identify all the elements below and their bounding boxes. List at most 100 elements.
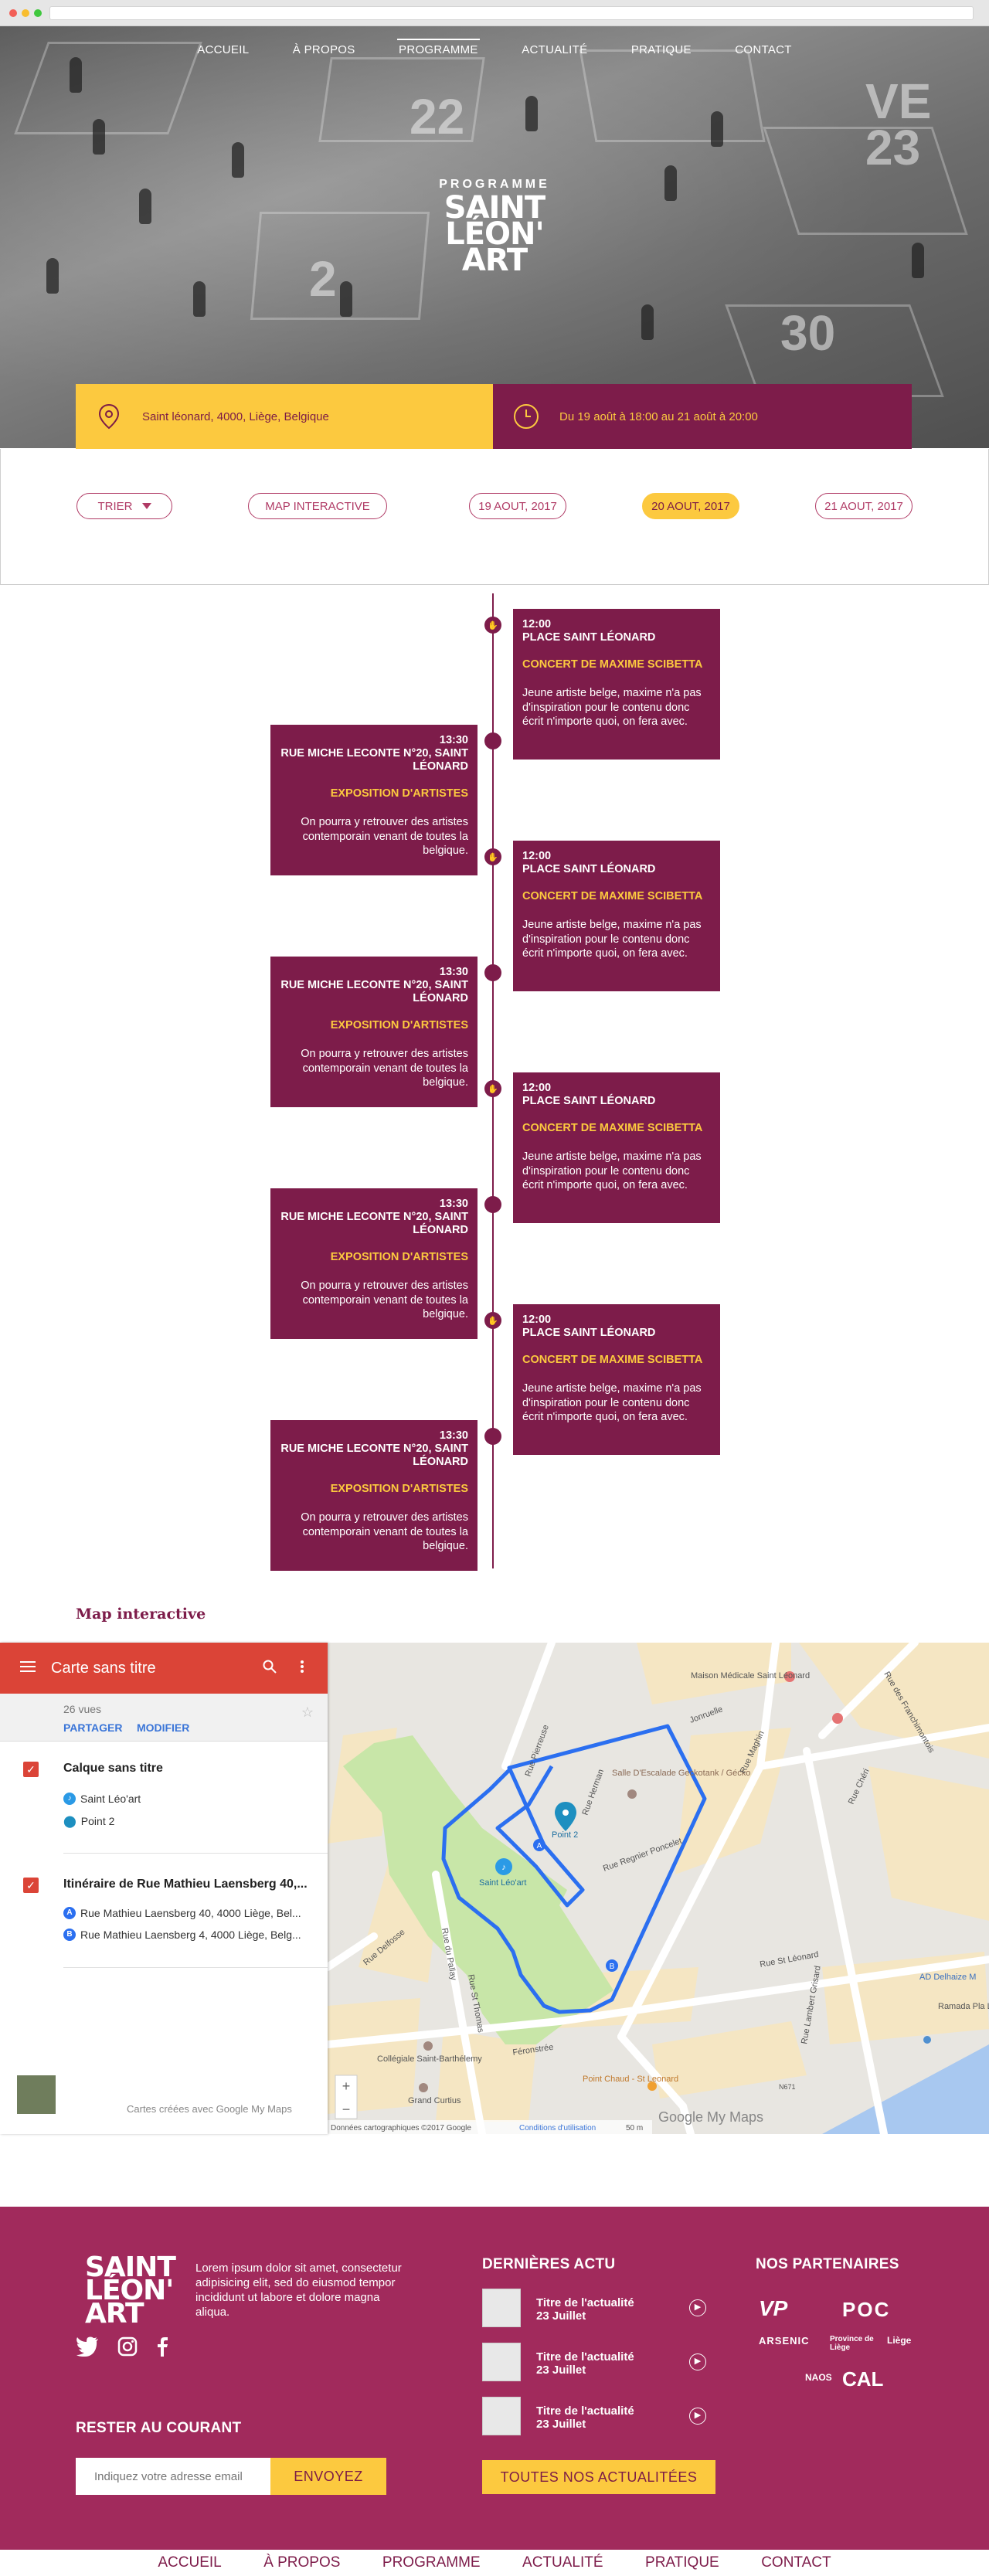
maximize-window-icon[interactable] (34, 9, 42, 17)
edit-link[interactable]: MODIFIER (137, 1721, 189, 1734)
layer-item[interactable]: B Rue Mathieu Laensberg 4, 4000 Liège, B… (63, 1929, 301, 1941)
hand-icon: ✋ (488, 1084, 498, 1094)
ramada-marker[interactable] (923, 2036, 931, 2044)
news-item[interactable]: Titre de l'actualité 23 Juillet ▶ (482, 2343, 714, 2383)
instagram-icon[interactable] (117, 2336, 141, 2358)
footer-nav-accueil[interactable]: ACCUEIL (158, 2554, 221, 2571)
layer-checkbox[interactable]: ✓ (23, 1762, 39, 1777)
nav-programme[interactable]: PROGRAMME (397, 39, 480, 61)
footer-nav-contact[interactable]: CONTACT (761, 2554, 831, 2571)
event-time: 13:30 (439, 966, 468, 978)
footer-nav-programme[interactable]: PROGRAMME (382, 2554, 481, 2571)
partner-logo[interactable]: POC (842, 2298, 890, 2322)
arrow-right-icon[interactable]: ▶ (689, 2299, 706, 2316)
route-point-a[interactable]: A (533, 1839, 545, 1851)
event-card[interactable]: 12:00 PLACE SAINT LÉONARD CONCERT DE MAXIM… (513, 841, 720, 991)
timeline-dot: ✋ (484, 1312, 501, 1329)
map-interactive-button[interactable]: MAP INTERACTIVE (248, 493, 387, 519)
interactive-map[interactable]: ♪ A B Maison Médicale Saint Léonard Sall… (0, 1639, 989, 2138)
event-card[interactable]: 13:30 RUE MICHE LECONTE N°20, SAINT LÉONA… (270, 1188, 478, 1339)
star-icon[interactable]: ☆ (301, 1704, 314, 1721)
news-item[interactable]: Titre de l'actualité 23 Juillet ▶ (482, 2397, 714, 2437)
nav-actualite[interactable]: ACTUALITÉ (520, 43, 589, 61)
day-filter-21[interactable]: 21 AOUT, 2017 (815, 493, 913, 519)
day-filter-19[interactable]: 19 AOUT, 2017 (469, 493, 566, 519)
views-count: 26 vues (63, 1703, 102, 1715)
address-bar[interactable] (49, 6, 974, 20)
partner-logo[interactable]: NAOS (805, 2372, 832, 2383)
nav-pratique[interactable]: PRATIQUE (630, 43, 693, 61)
partner-logo[interactable]: Liège (887, 2335, 911, 2346)
nav-contact[interactable]: CONTACT (733, 43, 793, 61)
map-marker-saint-leo[interactable]: ♪ (495, 1858, 512, 1875)
hero-person (46, 258, 59, 294)
news-title: Titre de l'actualité 23 Juillet (536, 2350, 634, 2377)
layer-checkbox[interactable]: ✓ (23, 1878, 39, 1893)
footer-logo[interactable]: SAINT LÉON' ART (85, 2254, 176, 2328)
terms-link[interactable]: Conditions d'utilisation (519, 2124, 596, 2133)
layer-item[interactable]: A Rue Mathieu Laensberg 40, 4000 Liège, … (63, 1907, 301, 1919)
close-window-icon[interactable] (9, 9, 17, 17)
twitter-icon[interactable] (76, 2336, 99, 2358)
hand-icon: ✋ (488, 852, 498, 862)
event-time: 13:30 (439, 734, 468, 746)
satellite-thumbnail[interactable] (17, 2075, 56, 2114)
facebook-icon[interactable] (156, 2336, 179, 2358)
hero-person (232, 142, 244, 178)
news-item[interactable]: Titre de l'actualité 23 Juillet ▶ (482, 2289, 714, 2329)
zoom-in-icon[interactable]: + (342, 2078, 351, 2094)
footer-nav-actualite[interactable]: ACTUALITÉ (522, 2554, 603, 2571)
nav-accueil[interactable]: ACCUEIL (195, 43, 250, 61)
grand-curtius-marker[interactable] (419, 2083, 428, 2092)
event-card[interactable]: 12:00 PLACE SAINT LÉONARD CONCERT DE MAXIM… (513, 609, 720, 760)
footer-nav-a-propos[interactable]: À PROPOS (263, 2554, 340, 2571)
event-card[interactable]: 13:30 RUE MICHE LECONTE N°20, SAINT LÉONA… (270, 1420, 478, 1571)
route-point-b[interactable]: B (606, 1959, 618, 1972)
partner-logo[interactable]: VP (759, 2296, 787, 2321)
share-link[interactable]: PARTAGER (63, 1721, 122, 1734)
divider (63, 1967, 328, 1968)
divider (63, 1853, 328, 1854)
layer-item[interactable]: ♪ Saint Léo'art (63, 1793, 141, 1805)
layer-item-label: Point 2 (80, 1815, 115, 1827)
partners-heading: NOS PARTENAIRES (756, 2256, 899, 2272)
event-description: Jeune artiste belge, maxime n'a pas d'in… (522, 1150, 702, 1191)
arrow-right-icon[interactable]: ▶ (689, 2353, 706, 2370)
medical-marker[interactable] (832, 1713, 843, 1724)
partner-logo[interactable]: Province de Liège (830, 2335, 876, 2352)
arrow-right-icon[interactable]: ▶ (689, 2408, 706, 2425)
event-title: EXPOSITION D'ARTISTES (330, 1483, 468, 1495)
zoom-control[interactable]: + − (335, 2075, 358, 2119)
hero-tile-number: 2 (309, 251, 337, 307)
event-card[interactable]: 13:30 RUE MICHE LECONTE N°20, SAINT LÉONA… (270, 725, 478, 875)
day-filter-20[interactable]: 20 AOUT, 2017 (642, 493, 739, 519)
newsletter-submit-button[interactable]: ENVOYEZ (270, 2458, 386, 2495)
news-heading: DERNIÈRES ACTU (482, 2256, 616, 2272)
nav-a-propos[interactable]: À PROPOS (291, 43, 357, 61)
climbing-marker[interactable] (627, 1789, 637, 1799)
newsletter-email-input[interactable] (76, 2458, 270, 2495)
map-label: Ramada Pla Liège City Ce (938, 2002, 989, 2011)
hero-person (664, 165, 677, 201)
event-title: CONCERT DE MAXIME SCIBETTA (522, 1354, 703, 1366)
search-icon[interactable] (263, 1660, 278, 1677)
partner-logo[interactable]: CAL (842, 2367, 883, 2391)
news-title: Titre de l'actualité 23 Juillet (536, 2404, 634, 2431)
map-canvas[interactable]: ♪ A B Maison Médicale Saint Léonard Sall… (324, 1639, 989, 2138)
footer-nav-pratique[interactable]: PRATIQUE (645, 2554, 719, 2571)
partner-logo[interactable]: ARSENIC (759, 2335, 810, 2347)
collegiale-marker[interactable] (423, 2041, 433, 2051)
event-card[interactable]: 13:30 RUE MICHE LECONTE N°20, SAINT LÉONA… (270, 957, 478, 1107)
map-svg[interactable]: ♪ A B Maison Médicale Saint Léonard Sall… (324, 1639, 989, 2138)
location-bar: Saint léonard, 4000, Liège, Belgique (76, 384, 493, 449)
layer-item[interactable]: ⬤ Point 2 (63, 1814, 114, 1828)
event-card[interactable]: 12:00 PLACE SAINT LÉONARD CONCERT DE MAXIM… (513, 1072, 720, 1223)
more-options-icon[interactable] (300, 1660, 308, 1677)
event-card[interactable]: 12:00 PLACE SAINT LÉONARD CONCERT DE MAXIM… (513, 1304, 720, 1455)
minimize-window-icon[interactable] (22, 9, 29, 17)
site-logo[interactable]: PROGRAMME SAINT LÉON' ART (402, 178, 587, 276)
all-news-button[interactable]: TOUTES NOS ACTUALITÉES (482, 2460, 715, 2494)
menu-icon[interactable] (20, 1660, 36, 1677)
zoom-out-icon[interactable]: − (342, 2102, 351, 2117)
sort-dropdown[interactable]: TRIER (76, 493, 172, 519)
